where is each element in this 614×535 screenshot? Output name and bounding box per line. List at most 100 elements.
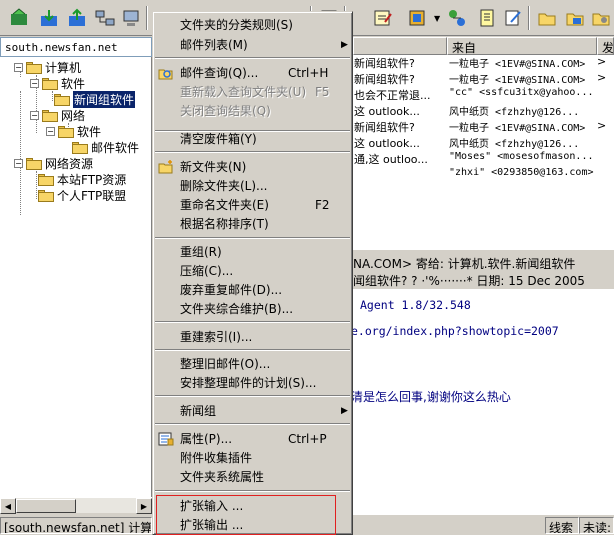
menu-item-delete-folder[interactable]: 删除文件夹(L)... (155, 176, 350, 195)
column-header-subject[interactable] (353, 37, 447, 55)
new-folder-icon[interactable] (536, 7, 558, 29)
menu-item-discard-duplicates[interactable]: 废弃重复邮件(D)... (155, 280, 350, 299)
edit-note-icon[interactable] (502, 7, 524, 29)
menu-item-label: 删除文件夹(L)... (180, 179, 268, 193)
tree-item-label: 软件 (61, 77, 86, 91)
menu-item-label: 邮件查询(Q)... (180, 66, 259, 80)
properties-icon (158, 431, 174, 447)
column-header-from[interactable]: 来自 (447, 37, 597, 55)
menu-item-label: 附件收集插件 (180, 451, 253, 465)
preview-line: 清是怎么回事,谢谢你这么热心 (353, 390, 511, 404)
send-receive-icon[interactable] (8, 7, 30, 29)
properties-icon[interactable] (406, 7, 428, 29)
folder-icon (38, 189, 54, 202)
open-folder-icon[interactable] (564, 7, 586, 29)
menu-item-mail-search[interactable]: 邮件查询(Q)... Ctrl+H (155, 63, 350, 82)
tree-item-network-software[interactable]: − 软件 (46, 123, 101, 140)
menu-item-label: 重建索引(I)... (180, 330, 253, 344)
menu-item-rebuild-index[interactable]: 重建索引(I)... (155, 327, 350, 346)
server-field[interactable]: south.newsfan.net (0, 37, 152, 57)
message-date (597, 151, 614, 167)
status-threads: 线索 (545, 517, 579, 534)
send-icon[interactable] (66, 7, 88, 29)
menu-item-folder-maintenance[interactable]: 文件夹综合维护(B)... (155, 299, 350, 318)
message-row[interactable]: 这 outlook... 风中纸页 <fzhzhy@126... (353, 103, 614, 119)
menu-item-reorganize[interactable]: 重组(R) (155, 242, 350, 261)
folder-settings-icon[interactable] (590, 7, 612, 29)
collapse-icon[interactable]: − (14, 63, 23, 72)
menu-item-archive-old-mail[interactable]: 整理旧邮件(O)... (155, 354, 350, 373)
message-list: 新闻组软件? 一粒电子 <1EV#@SINA.COM> > 新闻组软件? 一粒电… (353, 55, 614, 250)
connect-icon[interactable] (94, 7, 116, 29)
collapse-icon[interactable]: − (30, 111, 39, 120)
message-row[interactable]: 通,这 outloo... "Moses" <mosesofmason... (353, 151, 614, 167)
menu-item-label: 重组(R) (180, 245, 222, 259)
status-folder: [south.newsfan.net] 计算机 (0, 517, 152, 534)
menu-item-sort-by-name[interactable]: 根据名称排序(T) (155, 214, 350, 233)
message-row[interactable]: 新闻组软件? 一粒电子 <1EV#@SINA.COM> > (353, 55, 614, 71)
menu-item-folder-rules[interactable]: 文件夹的分类规则(S) (155, 15, 350, 34)
note-icon[interactable] (476, 7, 498, 29)
message-from: 一粒电子 <1EV#@SINA.COM> (449, 123, 586, 134)
message-row[interactable]: "zhxi" <0293850@163.com> (353, 167, 614, 183)
tree-item-newsgroup-software[interactable]: 新闻组软件 (54, 91, 136, 108)
tree-item-software[interactable]: − 软件 (30, 75, 85, 92)
folder-tree: − 计算机 − 软件 新闻组软件 − 网络 − 软件 邮件软件 − 网络资源 本… (0, 57, 152, 497)
message-subject: 这 outlook... (354, 137, 420, 150)
menu-item-label: 重命名文件夹(E) (180, 198, 269, 212)
tree-item-network-resources[interactable]: − 网络资源 (14, 155, 93, 172)
scroll-thumb[interactable] (16, 499, 76, 513)
menu-item-label: 根据名称排序(T) (180, 217, 269, 231)
menu-item-shortcut: Ctrl+P (288, 431, 327, 446)
message-row[interactable]: 新闻组软件? 一粒电子 <1EV#@SINA.COM> > (353, 71, 614, 87)
tree-item-ftp-resources[interactable]: 本站FTP资源 (38, 171, 126, 188)
message-subject (353, 167, 447, 183)
menu-item-label: 邮件列表(M) (180, 38, 248, 52)
menu-item-shortcut: F5 (315, 84, 330, 99)
folder-icon (58, 125, 74, 138)
tree-item-ftp-union[interactable]: 个人FTP联盟 (38, 187, 126, 204)
search-folder-icon (158, 65, 174, 81)
scroll-right-icon[interactable]: ▶ (136, 498, 152, 514)
preview-link[interactable]: e.org/index.php?showtopic=2007 (353, 324, 559, 338)
message-subject: 新闻组软件? (354, 73, 415, 86)
menu-item-new-folder[interactable]: 新文件夹(N) (155, 157, 350, 176)
tree-horizontal-scrollbar[interactable]: ◀ ▶ (0, 497, 152, 514)
menu-item-newsgroup[interactable]: 新闻组 ▶ (155, 401, 350, 420)
receive-icon[interactable] (38, 7, 60, 29)
disconnect-icon[interactable] (120, 7, 142, 29)
tree-item-computer[interactable]: − 计算机 (14, 59, 81, 76)
reply-icon[interactable] (372, 7, 394, 29)
message-from: "zhxi" <0293850@163.com> (449, 167, 594, 178)
menu-item-mailing-list[interactable]: 邮件列表(M) ▶ (155, 35, 350, 54)
menu-item-attachment-plugin[interactable]: 附件收集插件 (155, 448, 350, 467)
connect-icon[interactable] (446, 7, 468, 29)
preview-header-to: NA.COM> 寄给: 计算机.软件.新闻组软件 (353, 257, 576, 271)
collapse-icon[interactable]: − (46, 127, 55, 136)
menu-item-empty-trash[interactable]: 清空废件箱(Y) (155, 129, 350, 148)
collapse-icon[interactable]: − (30, 79, 39, 88)
message-row[interactable]: 新闻组软件? 一粒电子 <1EV#@SINA.COM> > (353, 119, 614, 135)
scroll-left-icon[interactable]: ◀ (0, 498, 16, 514)
collapse-icon[interactable]: − (14, 159, 23, 168)
menu-item-compress[interactable]: 压缩(C)... (155, 261, 350, 280)
menu-item-label: 重新载入查询文件夹(U) (180, 85, 307, 99)
folder-icon (26, 61, 42, 74)
message-from: "cc" <ssfcu3itx@yahoo... (449, 87, 594, 98)
status-unread: 未读: (579, 517, 614, 534)
message-row[interactable]: 也会不正常退... "cc" <ssfcu3itx@yahoo... (353, 87, 614, 103)
preview-line: Agent 1.8/32.548 (360, 298, 471, 312)
menu-item-properties[interactable]: 属性(P)... Ctrl+P (155, 429, 350, 448)
menu-item-schedule-archive[interactable]: 安排整理邮件的计划(S)... (155, 373, 350, 392)
menu-item-rename-folder[interactable]: 重命名文件夹(E) F2 (155, 195, 350, 214)
tree-item-network[interactable]: − 网络 (30, 107, 85, 124)
menu-item-close-search-results: 关闭查询结果(Q) (155, 101, 350, 120)
preview-header-subject: 闻组软件? ? ·'%·······* 日期: 15 Dec 2005 (353, 274, 585, 288)
tree-item-mail-software[interactable]: 邮件软件 (72, 139, 139, 156)
message-row[interactable]: 这 outlook... 风中纸页 <fzhzhy@126... (353, 135, 614, 151)
dropdown-arrow[interactable]: ▼ (434, 14, 440, 23)
menu-item-folder-system-properties[interactable]: 文件夹系统属性 (155, 467, 350, 486)
column-header-date[interactable]: 发 (597, 37, 614, 55)
menu-item-label: 新文件夹(N) (180, 160, 247, 174)
tree-item-label: 计算机 (45, 61, 82, 75)
